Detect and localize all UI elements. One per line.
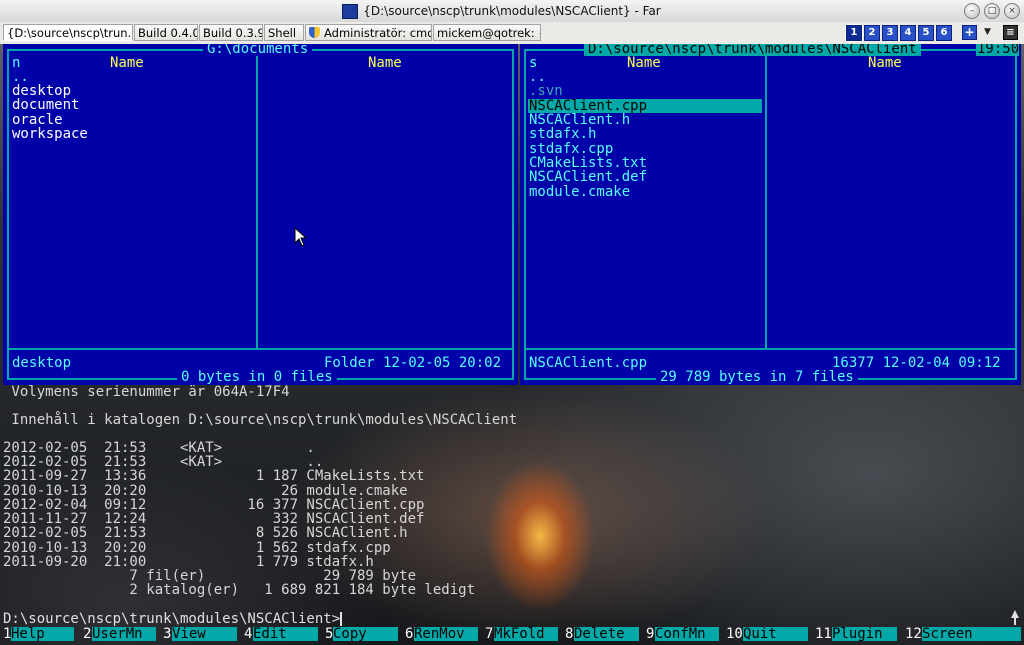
left-panel-title[interactable]: G:\documents — [203, 44, 313, 56]
console-button-5[interactable]: 5 — [918, 25, 934, 41]
fkey-screen-button[interactable]: Screen — [922, 627, 1021, 641]
tab-nscaclient[interactable]: {D:\source\nscp\trun... — [3, 24, 133, 41]
fkey-mkfold-button[interactable]: MkFold — [494, 627, 558, 641]
console-output-line: Volymens serienummer är 064A-17F4 — [3, 384, 290, 400]
window-title-bar[interactable]: {D:\source\nscp\trunk\modules\NSCAClient… — [0, 0, 1024, 23]
left-panel-status-info: Folder 12-02-05 20:02 — [324, 355, 502, 371]
right-file-item[interactable]: stdafx.cpp — [529, 142, 613, 156]
left-panel-col2-header: Name — [368, 55, 402, 71]
right-file-item[interactable]: CMakeLists.txt — [529, 156, 647, 170]
left-panel-frame — [7, 49, 514, 380]
minimize-icon[interactable]: – — [964, 3, 980, 19]
console-output-line: 2012-02-05 21:53 8 526 NSCAClient.h — [3, 525, 408, 541]
console-button-3[interactable]: 3 — [882, 25, 898, 41]
console-button-2[interactable]: 2 — [864, 25, 880, 41]
console-button-4[interactable]: 4 — [900, 25, 916, 41]
tab-build-040[interactable]: Build 0.4.0 — [134, 24, 198, 41]
left-file-item[interactable]: desktop — [12, 84, 71, 98]
right-file-item[interactable]: NSCAClient.h — [529, 113, 630, 127]
left-panel-col1-header: Name — [110, 55, 144, 71]
fkey-view-button[interactable]: View — [172, 627, 237, 641]
right-file-item-selected[interactable]: NSCAClient.cpp — [529, 99, 647, 113]
left-file-item[interactable]: .. — [12, 70, 29, 84]
fkey-confmn-button[interactable]: ConfMn — [655, 627, 719, 641]
fkey-number: 8 — [565, 626, 574, 642]
left-panel-status-divider — [7, 348, 514, 350]
fkey-quit-button[interactable]: Quit — [743, 627, 808, 641]
left-file-item[interactable]: oracle — [12, 113, 63, 127]
fkey-number: 9 — [646, 626, 655, 642]
right-panel-status-divider — [524, 348, 1017, 350]
right-panel-status-name: NSCAClient.cpp — [529, 355, 648, 371]
fkey-delete-button[interactable]: Delete — [574, 627, 639, 641]
fkey-number: 6 — [405, 626, 414, 642]
console-tab-bar: {D:\source\nscp\trun... Build 0.4.0 Buil… — [0, 22, 1024, 45]
console-output-line: 2011-09-27 13:36 1 187 CMakeLists.txt — [3, 468, 425, 484]
fkey-edit-button[interactable]: Edit — [253, 627, 318, 641]
right-panel-sort-indicator[interactable]: s — [529, 56, 537, 70]
left-file-item[interactable]: document — [12, 98, 79, 112]
left-panel-totals: 0 bytes in 0 files — [177, 370, 337, 384]
console-button-1[interactable]: 1 — [845, 24, 863, 42]
right-panel-status-info: 16377 12-02-04 09:12 — [832, 355, 1001, 371]
left-panel-sort-indicator[interactable]: n — [12, 56, 20, 70]
console-button-6[interactable]: 6 — [936, 25, 952, 41]
fkey-number: 10 — [726, 626, 743, 642]
text-cursor — [340, 612, 343, 626]
fkey-plugin-button[interactable]: Plugin — [832, 627, 897, 641]
right-panel-column-divider — [765, 49, 767, 350]
close-icon[interactable]: × — [1004, 3, 1020, 19]
function-key-bar: 1 Help 2 UserMn 3 View 4 Edit 5 Copy 6 R… — [0, 627, 1024, 641]
right-file-item[interactable]: .svn — [529, 84, 563, 98]
mouse-pointer-icon — [294, 227, 308, 247]
fkey-number: 4 — [244, 626, 253, 642]
fkey-renmov-button[interactable]: RenMov — [414, 627, 478, 641]
console-area[interactable]: G:\documents n Name Name .. desktop docu… — [0, 44, 1024, 645]
menu-icon[interactable]: ≡ — [1003, 25, 1018, 40]
window-title: {D:\source\nscp\trunk\modules\NSCAClient… — [363, 4, 661, 18]
fkey-number: 11 — [815, 626, 832, 642]
console-output-line: Innehåll i katalogen D:\source\nscp\trun… — [3, 412, 518, 428]
left-panel-status-name: desktop — [12, 355, 72, 371]
command-prompt[interactable]: D:\source\nscp\trunk\modules\NSCAClient> — [3, 611, 343, 627]
dropdown-arrow-icon[interactable]: ▼ — [980, 25, 995, 40]
right-file-item[interactable]: .. — [529, 70, 546, 84]
fkey-number: 7 — [485, 626, 494, 642]
left-file-item[interactable]: workspace — [12, 127, 88, 141]
console-output-line: 2 katalog(er) 1 689 821 184 byte ledigt — [3, 582, 476, 598]
command-prompt-path: D:\source\nscp\trunk\modules\NSCAClient> — [3, 611, 341, 627]
console-scrollbar[interactable] — [1009, 44, 1021, 644]
left-panel-column-divider — [256, 49, 258, 350]
tab-admin-cmd-label: Administratör: cmd — [324, 26, 432, 40]
uac-shield-icon — [309, 27, 320, 38]
right-file-item[interactable]: module.cmake — [529, 185, 630, 199]
tab-shell[interactable]: Shell — [264, 24, 304, 41]
right-file-item[interactable]: NSCAClient.def — [529, 170, 647, 184]
tab-ssh[interactable]: mickem@qotrek: ~ — [433, 24, 541, 41]
fkey-number: 12 — [905, 626, 922, 642]
fkey-help-button[interactable]: Help — [11, 627, 74, 641]
tab-admin-cmd[interactable]: Administratör: cmd — [305, 24, 432, 41]
left-panel[interactable]: G:\documents n Name Name .. desktop docu… — [3, 44, 518, 385]
right-file-item[interactable]: stdafx.h — [529, 127, 596, 141]
tab-build-039[interactable]: Build 0.3.9 — [199, 24, 263, 41]
maximize-icon[interactable]: □ — [984, 3, 1000, 19]
new-console-icon[interactable]: + — [962, 25, 977, 40]
right-panel-col2-header: Name — [868, 55, 902, 71]
fkey-number: 3 — [163, 626, 172, 642]
right-panel-col1-header: Name — [627, 55, 661, 71]
fkey-usermenu-button[interactable]: UserMn — [92, 627, 156, 641]
fkey-number: 2 — [83, 626, 92, 642]
fkey-copy-button[interactable]: Copy — [333, 627, 398, 641]
right-panel-totals: 29 789 bytes in 7 files — [656, 370, 858, 384]
right-panel[interactable]: D:\source\nscp\trunk\modules\NSCAClient … — [520, 44, 1021, 385]
